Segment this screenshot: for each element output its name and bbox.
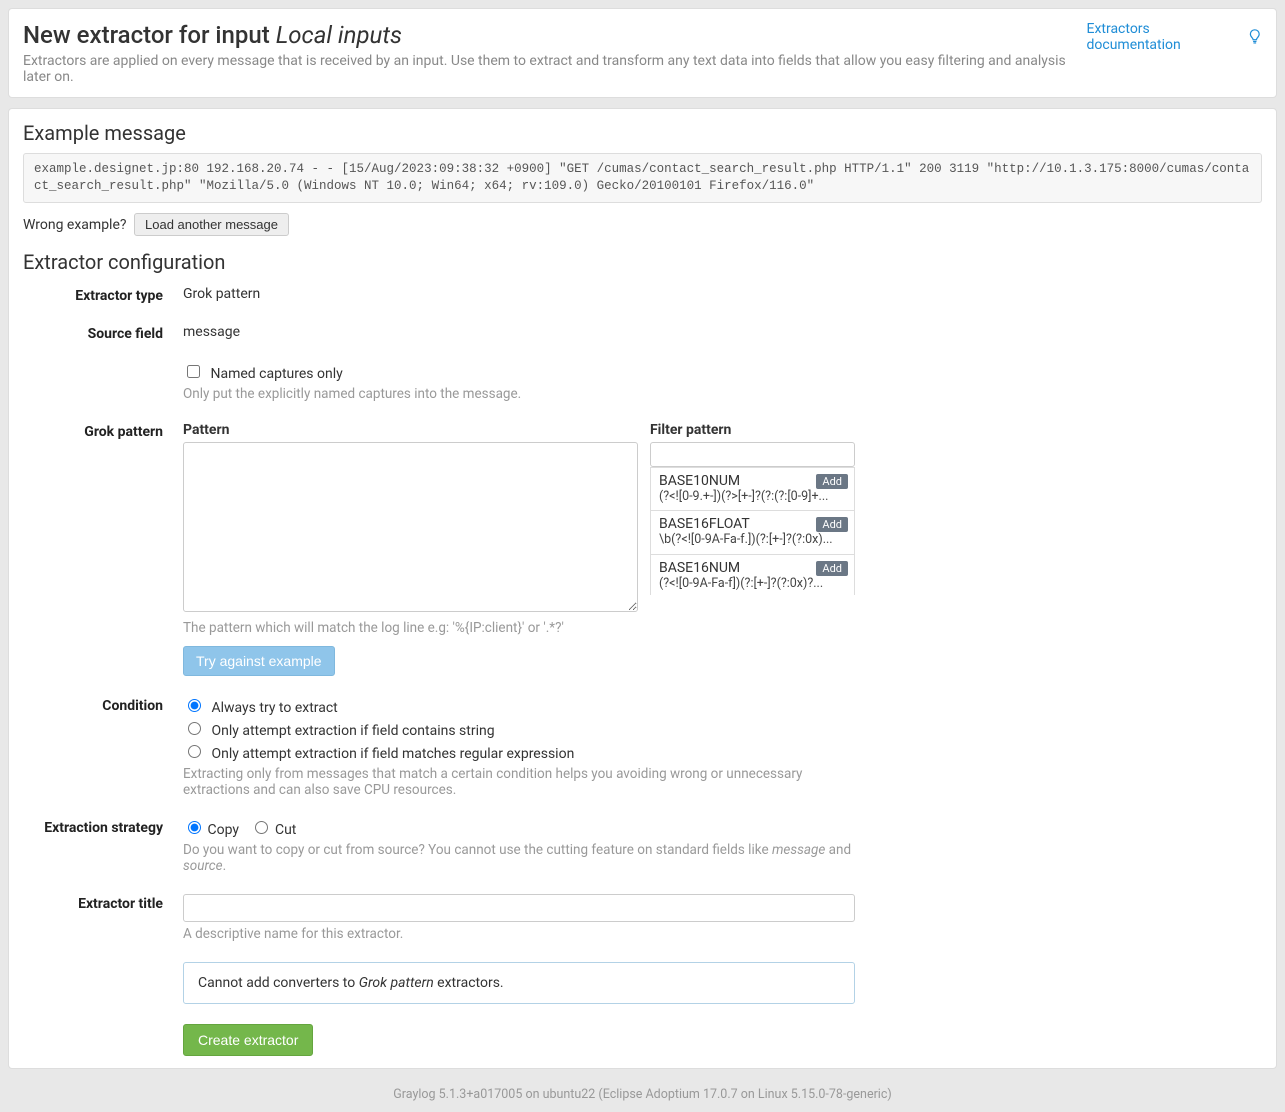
condition-label: Condition (23, 696, 163, 798)
pattern-label: Pattern (183, 422, 638, 438)
extractor-title-label: Extractor title (23, 894, 163, 942)
wrong-example-row: Wrong example? Load another message (23, 213, 1262, 236)
header-panel: New extractor for input Local inputs Ext… (8, 8, 1277, 98)
add-pattern-button[interactable]: Add (816, 561, 848, 576)
config-heading: Extractor configuration (23, 250, 1262, 274)
add-pattern-button[interactable]: Add (816, 517, 848, 532)
pattern-item-base10num: Add BASE10NUM (?<![0-9.+-])(?>[+-]?(?:(?… (650, 467, 855, 511)
input-name: Local inputs (276, 21, 402, 49)
condition-contains-label[interactable]: Only attempt extraction if field contain… (211, 723, 494, 739)
pattern-item-base16float: Add BASE16FLOAT \b(?<![0-9A-Fa-f.])(?:[+… (650, 511, 855, 555)
pattern-help: The pattern which will match the log lin… (183, 620, 1262, 636)
wrong-example-label: Wrong example? (23, 217, 127, 233)
condition-always-radio[interactable] (188, 699, 201, 712)
named-captures-row: Named captures only Only put the explici… (183, 362, 1262, 402)
pattern-regex: (?<![0-9A-Fa-f])(?:[+-]?(?:0x)?... (659, 576, 846, 591)
doc-link-label: Extractors documentation (1086, 21, 1242, 53)
page-title: New extractor for input Local inputs (23, 21, 1086, 49)
pattern-textarea[interactable] (183, 442, 638, 612)
load-another-button[interactable]: Load another message (134, 213, 289, 236)
strategy-help: Do you want to copy or cut from source? … (183, 842, 855, 874)
named-captures-checkbox[interactable] (187, 365, 200, 378)
pattern-list[interactable]: Add BASE10NUM (?<![0-9.+-])(?>[+-]?(?:(?… (650, 467, 855, 595)
try-against-example-button[interactable]: Try against example (183, 646, 335, 676)
pattern-regex: (?<![0-9.+-])(?>[+-]?(?:(?:[0-9]+... (659, 489, 846, 504)
example-heading: Example message (23, 121, 1262, 145)
converter-notice: Cannot add converters to Grok pattern ex… (183, 962, 855, 1004)
documentation-link[interactable]: Extractors documentation (1086, 21, 1262, 53)
condition-always-label[interactable]: Always try to extract (211, 700, 337, 716)
strategy-copy-label[interactable]: Copy (207, 822, 239, 838)
extractor-type-value: Grok pattern (183, 286, 1262, 304)
source-field-label: Source field (23, 324, 163, 342)
lightbulb-icon (1248, 28, 1262, 46)
strategy-cut-label[interactable]: Cut (275, 822, 296, 838)
strategy-cut-radio[interactable] (255, 821, 268, 834)
footer-text: Graylog 5.1.3+a017005 on ubuntu22 (Eclip… (8, 1079, 1277, 1104)
main-panel: Example message example.designet.jp:80 1… (8, 108, 1277, 1069)
grok-pattern-label: Grok pattern (23, 422, 163, 676)
create-extractor-button[interactable]: Create extractor (183, 1024, 313, 1056)
filter-pattern-input[interactable] (650, 442, 855, 467)
extractor-title-input[interactable] (183, 894, 855, 922)
condition-help: Extracting only from messages that match… (183, 766, 855, 798)
source-field-value: message (183, 324, 1262, 342)
add-pattern-button[interactable]: Add (816, 474, 848, 489)
extractor-type-label: Extractor type (23, 286, 163, 304)
pattern-regex: \b(?<![0-9A-Fa-f.])(?:[+-]?(?:0x)... (659, 532, 846, 547)
title-prefix: New extractor for input (23, 21, 276, 49)
strategy-copy-radio[interactable] (188, 821, 201, 834)
page-subtitle: Extractors are applied on every message … (23, 53, 1086, 85)
filter-pattern-label: Filter pattern (650, 422, 855, 438)
condition-regex-radio[interactable] (188, 745, 201, 758)
named-captures-help: Only put the explicitly named captures i… (183, 386, 1262, 402)
condition-contains-radio[interactable] (188, 722, 201, 735)
extractor-title-help: A descriptive name for this extractor. (183, 926, 1262, 942)
condition-regex-label[interactable]: Only attempt extraction if field matches… (211, 746, 574, 762)
strategy-label: Extraction strategy (23, 818, 163, 874)
example-message: example.designet.jp:80 192.168.20.74 - -… (23, 153, 1262, 203)
named-captures-label[interactable]: Named captures only (210, 366, 342, 382)
pattern-item-base16num: Add BASE16NUM (?<![0-9A-Fa-f])(?:[+-]?(?… (650, 555, 855, 595)
